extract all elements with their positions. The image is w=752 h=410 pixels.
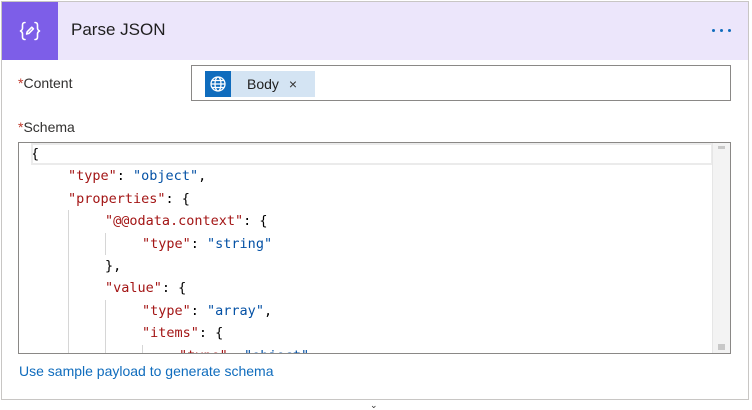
code-token: "object" bbox=[244, 348, 309, 353]
indent-guide bbox=[142, 344, 143, 353]
code-token: : bbox=[228, 348, 244, 353]
indent-guide bbox=[68, 344, 69, 353]
code-token: "type" bbox=[179, 348, 228, 353]
action-title: Parse JSON bbox=[71, 20, 166, 39]
remove-token-button[interactable]: × bbox=[289, 76, 297, 92]
indent-guide bbox=[105, 344, 106, 353]
more-dot-icon bbox=[727, 28, 731, 32]
more-dot-icon bbox=[719, 28, 723, 32]
indent-guide bbox=[105, 232, 106, 255]
body-token[interactable]: Body × bbox=[205, 71, 315, 97]
code-token: }, bbox=[105, 257, 122, 274]
more-dot-icon bbox=[711, 28, 715, 32]
code-token: , bbox=[263, 302, 273, 319]
indent-guide bbox=[68, 299, 69, 323]
indent-guide bbox=[68, 210, 69, 233]
code-token: : bbox=[190, 235, 208, 252]
code-text: "items": { bbox=[31, 325, 223, 341]
code-line[interactable]: "type": "object" bbox=[31, 344, 713, 353]
code-text: }, bbox=[31, 258, 121, 274]
indent-guide bbox=[68, 277, 69, 300]
code-line[interactable]: "items": { bbox=[31, 322, 713, 345]
code-token: : { bbox=[243, 213, 268, 230]
more-options-button[interactable] bbox=[704, 16, 738, 44]
schema-editor[interactable]: {"type": "object", "properties": {"@@odat… bbox=[18, 142, 731, 354]
code-token: : { bbox=[161, 280, 187, 297]
code-text: "properties": { bbox=[31, 191, 190, 207]
code-token: "type" bbox=[142, 235, 191, 252]
code-token: "object" bbox=[133, 168, 199, 185]
token-label: Body bbox=[247, 76, 279, 92]
code-line[interactable]: "type": "object", bbox=[31, 165, 713, 187]
code-line[interactable]: "@@odata.context": { bbox=[31, 210, 713, 233]
code-token: "type" bbox=[68, 168, 117, 185]
indent-guide bbox=[68, 232, 69, 255]
code-line[interactable]: "value": { bbox=[31, 277, 713, 300]
code-line[interactable]: "properties": { bbox=[31, 188, 713, 210]
code-token: "properties" bbox=[68, 190, 166, 207]
code-token: "items" bbox=[142, 325, 199, 342]
code-token: , bbox=[198, 168, 207, 185]
schema-scrollbar[interactable] bbox=[712, 143, 730, 353]
indent-guide bbox=[105, 322, 106, 345]
schema-code[interactable]: {"type": "object", "properties": {"@@odat… bbox=[31, 143, 713, 353]
code-text: "value": { bbox=[31, 280, 186, 296]
indent-guide bbox=[68, 322, 69, 345]
code-line[interactable]: { bbox=[31, 143, 713, 166]
content-input[interactable]: Body × bbox=[191, 65, 731, 101]
indent-guide bbox=[105, 299, 106, 323]
code-line[interactable]: "type": "string" bbox=[31, 232, 713, 255]
code-line[interactable]: "type": "array", bbox=[31, 299, 713, 323]
code-token: : bbox=[116, 168, 134, 185]
code-token: : { bbox=[165, 190, 190, 207]
code-token: "array" bbox=[207, 302, 264, 319]
schema-label: *Schema bbox=[18, 119, 75, 135]
indent-guide bbox=[68, 254, 69, 278]
globe-icon bbox=[205, 71, 231, 97]
scroll-thumb[interactable] bbox=[718, 146, 725, 149]
curly-braces-icon bbox=[2, 2, 58, 60]
code-token: { bbox=[31, 146, 40, 162]
connector-arrow-icon: ⌄ bbox=[370, 400, 378, 410]
code-token: "string" bbox=[207, 235, 273, 252]
code-token: "value" bbox=[105, 280, 162, 297]
code-text: "@@odata.context": { bbox=[31, 213, 268, 229]
code-line[interactable]: }, bbox=[31, 254, 713, 278]
content-label: *Content bbox=[18, 75, 73, 91]
code-text: "type": "object", bbox=[31, 168, 206, 184]
sample-payload-link[interactable]: Use sample payload to generate schema bbox=[19, 363, 273, 379]
action-header[interactable]: Parse JSON bbox=[2, 2, 748, 60]
scroll-thumb[interactable] bbox=[718, 344, 725, 350]
code-token: "@@odata.context" bbox=[105, 213, 244, 230]
code-token: : { bbox=[198, 325, 224, 342]
code-token: : bbox=[190, 302, 208, 319]
code-token: "type" bbox=[142, 302, 191, 319]
code-text: { bbox=[31, 146, 39, 162]
code-text: "type": "object" bbox=[31, 348, 309, 353]
